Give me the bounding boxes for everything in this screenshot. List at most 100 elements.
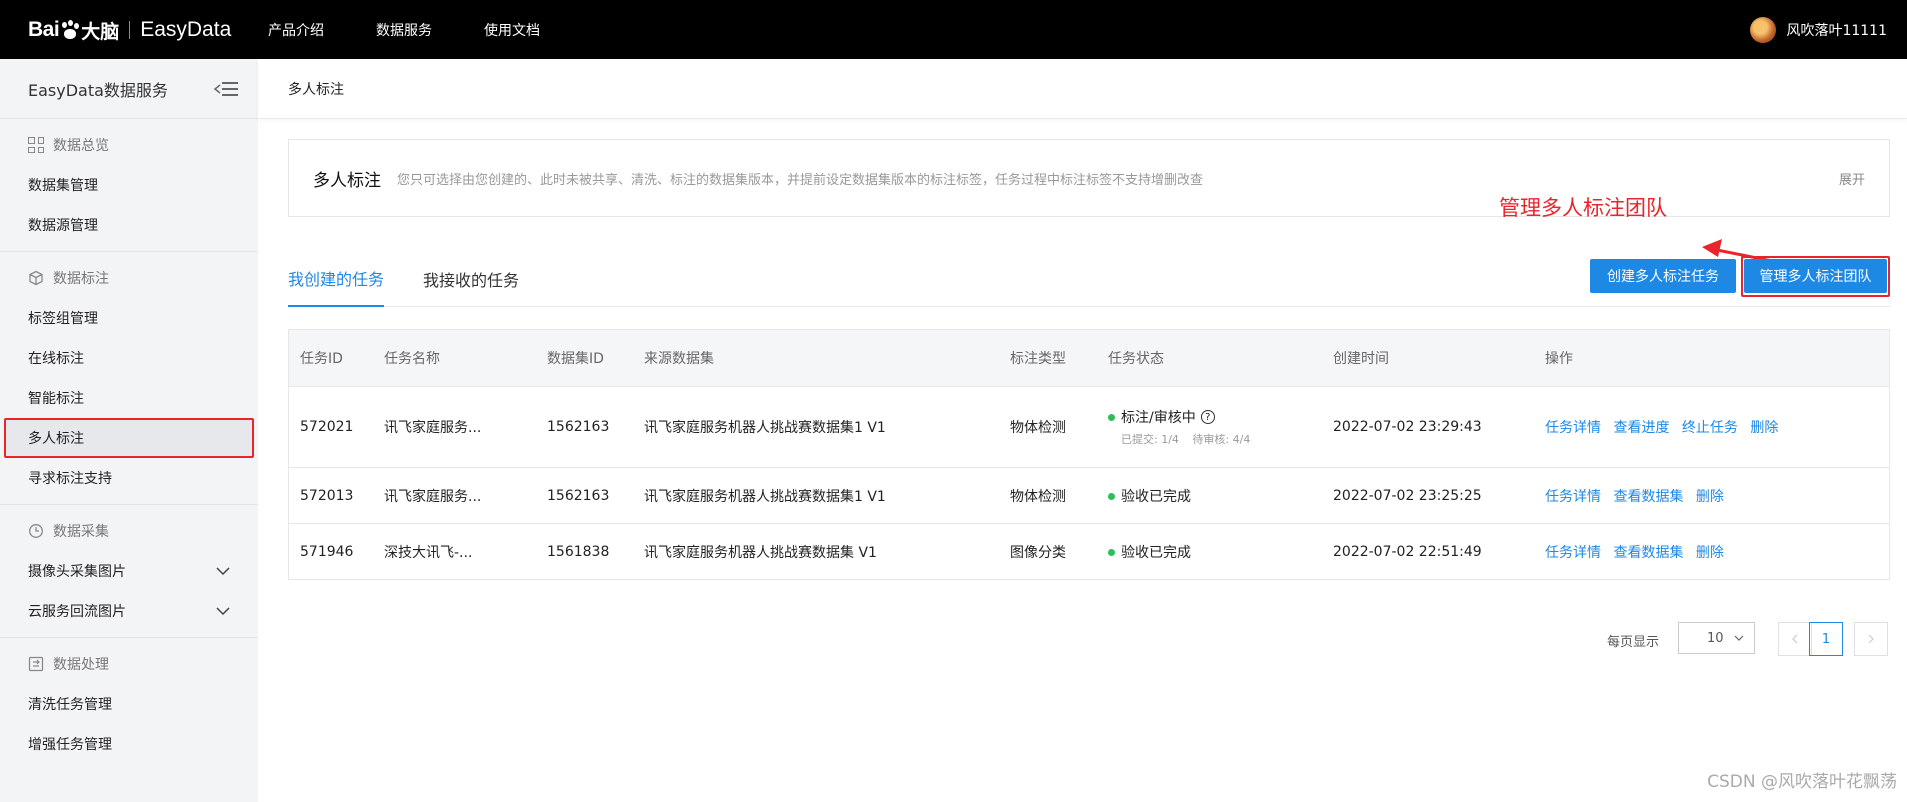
cell-dataset-id: 1561838	[547, 543, 610, 560]
cell-source: 讯飞家庭服务机器人挑战赛数据集1 V1	[644, 420, 886, 436]
op-view-dataset[interactable]: 查看数据集	[1613, 545, 1683, 561]
op-delete[interactable]: 删除	[1696, 489, 1724, 505]
sidebar: EasyData数据服务 数据总览 数据集管理 数据源管理 数据标注 标签组管理…	[0, 59, 258, 802]
pending-count: 待审核: 4/4	[1192, 433, 1251, 446]
table-header: 任务ID 任务名称 数据集ID 来源数据集 标注类型 任务状态 创建时间 操作	[289, 330, 1889, 387]
user-menu[interactable]: 风吹落叶11111	[1750, 0, 1887, 59]
sidebar-item-smart-label[interactable]: 智能标注	[0, 378, 258, 418]
status-dot	[1108, 493, 1115, 500]
chevron-down-icon	[1734, 635, 1744, 641]
sidebar-group-title: 数据标注	[0, 258, 258, 298]
nav-product-intro[interactable]: 产品介绍	[268, 20, 324, 40]
logo-product-name: EasyData	[140, 18, 232, 41]
sidebar-item-augment-task[interactable]: 增强任务管理	[0, 724, 258, 764]
sidebar-item-camera-collect[interactable]: 摄像头采集图片	[0, 551, 258, 591]
prev-page-button[interactable]	[1778, 622, 1812, 656]
expand-link[interactable]: 展开	[1839, 169, 1865, 188]
logo-bai-text: Bai	[28, 18, 60, 41]
page-size-value: 10	[1707, 630, 1724, 646]
submitted-count: 已提交: 1/4	[1121, 433, 1179, 446]
help-icon[interactable]: ?	[1200, 410, 1215, 424]
sidebar-group-title: 数据处理	[0, 644, 258, 684]
sidebar-item-label: 多人标注	[28, 431, 84, 447]
col-header: 创建时间	[1333, 351, 1389, 367]
table-row: 572021 讯飞家庭服务... 1562163 讯飞家庭服务机器人挑战赛数据集…	[289, 387, 1889, 468]
sidebar-item-label: 在线标注	[28, 351, 84, 367]
collapse-menu-icon[interactable]	[214, 81, 238, 97]
sidebar-item-cloud-reflow[interactable]: 云服务回流图片	[0, 591, 258, 631]
sidebar-item-label: 清洗任务管理	[28, 697, 112, 713]
avatar	[1750, 16, 1777, 43]
col-header: 来源数据集	[644, 351, 714, 367]
sidebar-item-label-group[interactable]: 标签组管理	[0, 298, 258, 338]
op-task-detail[interactable]: 任务详情	[1545, 545, 1601, 561]
op-view-dataset[interactable]: 查看数据集	[1613, 489, 1683, 505]
chevron-down-icon	[216, 567, 230, 575]
tab-my-received[interactable]: 我接收的任务	[423, 251, 519, 307]
col-header: 任务名称	[384, 351, 440, 367]
sidebar-item-dataset-manage[interactable]: 数据集管理	[0, 165, 258, 205]
sidebar-group-labeling: 数据标注 标签组管理 在线标注 智能标注 多人标注 寻求标注支持	[0, 252, 258, 505]
logo-da-text: 大脑	[81, 20, 120, 43]
cell-status: 验收已完成	[1097, 542, 1322, 562]
sidebar-item-online-label[interactable]: 在线标注	[0, 338, 258, 378]
sidebar-item-datasource-manage[interactable]: 数据源管理	[0, 205, 258, 245]
sidebar-item-label: 标签组管理	[28, 311, 98, 327]
breadcrumb-current: 多人标注	[288, 81, 344, 98]
cell-task-name: 深技大讯飞-...	[384, 544, 473, 561]
status-text: 标注/审核中	[1121, 410, 1196, 426]
sidebar-item-clean-task[interactable]: 清洗任务管理	[0, 684, 258, 724]
cell-task-id: 572013	[300, 487, 354, 504]
manage-team-button[interactable]: 管理多人标注团队	[1744, 259, 1887, 293]
cell-status: 验收已完成	[1097, 486, 1322, 506]
sidebar-item-multi-label[interactable]: 多人标注	[4, 418, 254, 458]
nav-data-service[interactable]: 数据服务	[376, 20, 432, 40]
table-row: 571946 深技大讯飞-... 1561838 讯飞家庭服务机器人挑战赛数据集…	[289, 524, 1889, 580]
chevron-left-icon	[1792, 634, 1798, 644]
nav-docs[interactable]: 使用文档	[484, 20, 540, 40]
chevron-right-icon	[1868, 634, 1874, 644]
baidu-easydata-logo[interactable]: Bai 大脑 EasyData	[28, 14, 231, 46]
next-page-button[interactable]	[1854, 622, 1888, 656]
col-header: 数据集ID	[547, 351, 604, 367]
sidebar-group-overview: 数据总览 数据集管理 数据源管理	[0, 119, 258, 252]
cell-task-name: 讯飞家庭服务...	[384, 420, 482, 436]
op-task-detail[interactable]: 任务详情	[1545, 489, 1601, 505]
breadcrumb: 多人标注	[258, 59, 1907, 119]
sidebar-group-label: 数据采集	[53, 524, 109, 540]
task-table: 任务ID 任务名称 数据集ID 来源数据集 标注类型 任务状态 创建时间 操作 …	[288, 329, 1890, 580]
status-progress: 已提交: 1/4 待审核: 4/4	[1108, 431, 1322, 447]
top-bar: Bai 大脑 EasyData 产品介绍 数据服务 使用文档 风吹落叶11111	[0, 0, 1907, 59]
cell-task-name: 讯飞家庭服务...	[384, 488, 482, 505]
tab-my-created[interactable]: 我创建的任务	[288, 251, 385, 307]
page-size-label: 每页显示	[1607, 635, 1660, 650]
main-content: 多人标注 多人标注 您只可选择由您创建的、此时未被共享、清洗、标注的数据集版本，…	[258, 59, 1907, 802]
op-terminate-task[interactable]: 终止任务	[1682, 420, 1738, 436]
cell-source: 讯飞家庭服务机器人挑战赛数据集 V1	[644, 544, 877, 561]
page-size-select[interactable]: 10	[1678, 622, 1755, 654]
logo-divider	[129, 21, 131, 39]
op-delete[interactable]: 删除	[1750, 420, 1778, 436]
create-task-button[interactable]: 创建多人标注任务	[1590, 259, 1736, 293]
cube-icon	[29, 270, 43, 286]
cell-created: 2022-07-02 23:29:43	[1333, 419, 1482, 435]
sidebar-item-label: 智能标注	[28, 391, 84, 407]
sidebar-group-label: 数据处理	[53, 657, 109, 673]
sidebar-group-title: 数据采集	[0, 511, 258, 551]
op-view-progress[interactable]: 查看进度	[1613, 420, 1669, 436]
table-row: 572013 讯飞家庭服务... 1562163 讯飞家庭服务机器人挑战赛数据集…	[289, 468, 1889, 524]
page-number-button[interactable]: 1	[1809, 622, 1843, 656]
op-task-detail[interactable]: 任务详情	[1545, 420, 1601, 436]
grid-icon	[28, 137, 44, 153]
cell-task-id: 572021	[300, 419, 354, 435]
sidebar-item-label-support[interactable]: 寻求标注支持	[0, 458, 258, 498]
cell-type: 图像分类	[1010, 544, 1066, 561]
sidebar-header: EasyData数据服务	[0, 59, 258, 119]
process-icon	[28, 656, 44, 672]
chevron-down-icon	[216, 607, 230, 615]
col-header: 任务状态	[1108, 351, 1164, 367]
op-delete[interactable]: 删除	[1696, 545, 1724, 561]
cell-dataset-id: 1562163	[547, 419, 610, 435]
cell-ops: 任务详情 查看数据集 删除	[1534, 542, 1889, 562]
sidebar-item-label: 云服务回流图片	[28, 604, 126, 620]
